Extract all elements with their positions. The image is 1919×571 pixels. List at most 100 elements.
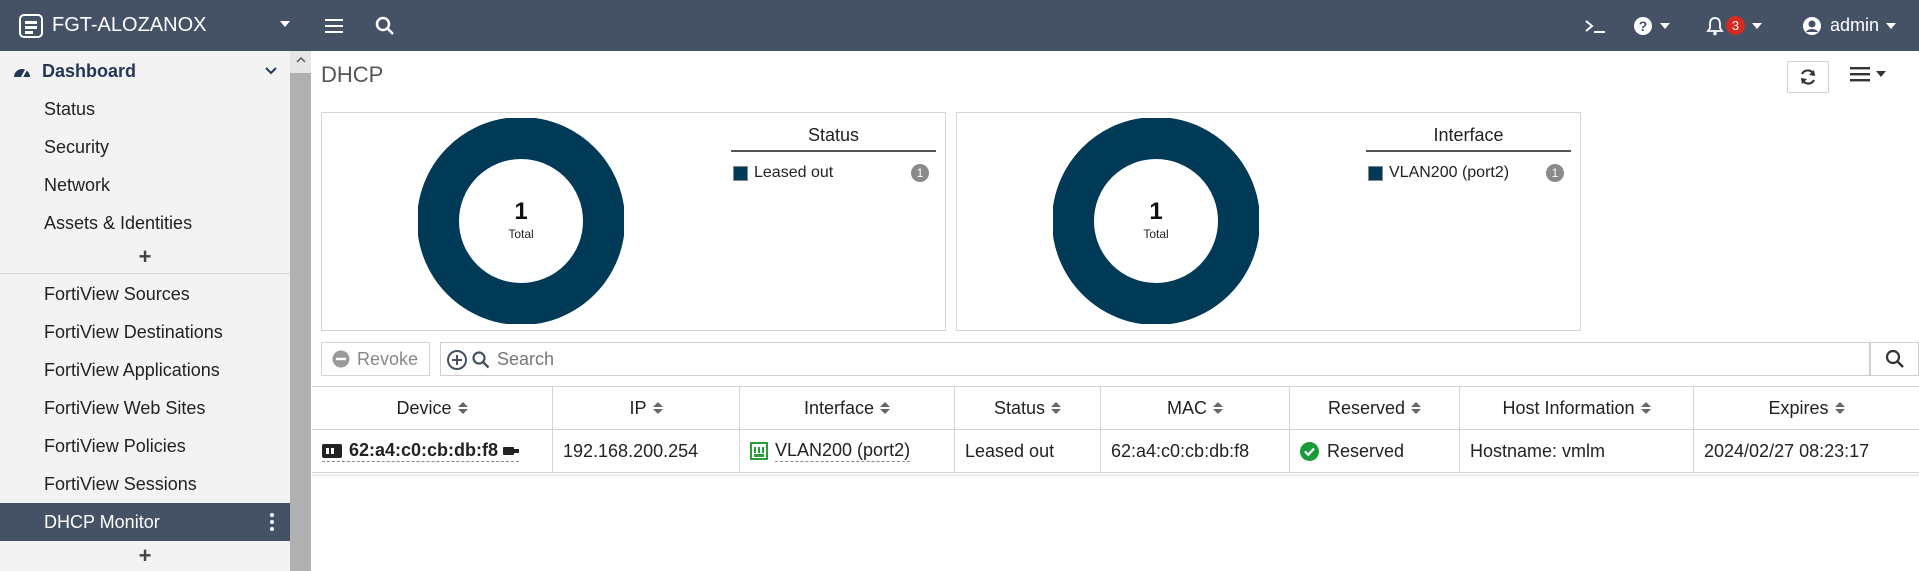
dashboard-icon <box>14 69 30 78</box>
legend-count: 1 <box>1546 164 1564 182</box>
column-label: Reserved <box>1327 397 1406 418</box>
sidebar-item-label: Network <box>44 174 111 195</box>
sidebar-item-label: Dashboard <box>42 60 137 81</box>
column-label: Interface <box>803 397 875 418</box>
search-icon <box>472 351 490 369</box>
device-card-icon <box>322 443 342 458</box>
device-name: FGT-ALOZANOX <box>52 14 207 36</box>
sidebar-item-label: Security <box>44 136 110 157</box>
sidebar-item-dashboard[interactable]: Dashboard <box>0 52 290 90</box>
donut-total-value: 1 <box>514 198 528 225</box>
search-input[interactable] <box>497 343 1857 375</box>
sidebar-item-fortiview-applications[interactable]: FortiView Applications <box>0 351 290 389</box>
legend-title: Status <box>731 125 936 152</box>
network-port-icon <box>750 442 768 460</box>
add-filter-icon[interactable] <box>447 350 467 370</box>
sidebar-item-label: FortiView Web Sites <box>44 397 206 418</box>
column-header-status[interactable]: Status <box>955 387 1101 429</box>
sort-icon <box>1834 402 1845 414</box>
search-button[interactable] <box>1870 342 1919 376</box>
legend-item[interactable]: Leased out <box>733 164 833 182</box>
column-header-mac[interactable]: MAC <box>1101 387 1290 429</box>
revoke-button[interactable]: Revoke <box>321 342 430 376</box>
column-header-device[interactable]: Device <box>312 387 553 429</box>
table-header: Device IP Interface Status MAC Reserved … <box>312 386 1919 430</box>
sidebar-item-network[interactable]: Network <box>0 166 290 204</box>
sort-icon <box>1213 402 1223 414</box>
divider <box>0 273 290 274</box>
sort-icon <box>1411 402 1422 414</box>
sidebar-item-fortiview-web-sites[interactable]: FortiView Web Sites <box>0 389 290 427</box>
sidebar-item-security[interactable]: Security <box>0 128 290 166</box>
username: admin <box>1830 15 1880 35</box>
ethernet-plug-icon <box>503 446 520 455</box>
legend-item[interactable]: VLAN200 (port2) <box>1368 164 1509 182</box>
search-bar <box>440 342 1870 376</box>
status-widget: 1 Total Status Leased out 1 <box>321 112 946 331</box>
column-header-interface[interactable]: Interface <box>740 387 955 429</box>
user-menu[interactable]: admin <box>1802 0 1897 51</box>
refresh-button[interactable] <box>1787 61 1829 93</box>
chevron-down-icon[interactable] <box>265 67 277 75</box>
add-monitor-button[interactable]: + <box>0 543 290 569</box>
search-icon[interactable] <box>375 0 395 51</box>
sidebar-item-fortiview-policies[interactable]: FortiView Policies <box>0 427 290 465</box>
column-label: MAC <box>1167 397 1207 418</box>
scroll-up-icon[interactable] <box>296 56 306 63</box>
notifications-menu[interactable]: 3 <box>1706 0 1762 51</box>
help-menu[interactable]: ? <box>1633 0 1670 51</box>
sidebar-item-fortiview-destinations[interactable]: FortiView Destinations <box>0 313 290 351</box>
search-icon <box>1885 349 1904 368</box>
sidebar-item-label: DHCP Monitor <box>44 511 160 532</box>
cli-console-icon[interactable] <box>1584 0 1606 51</box>
sort-icon <box>1640 402 1651 414</box>
bell-icon <box>1706 16 1724 35</box>
scrollbar-thumb[interactable] <box>290 73 311 571</box>
column-header-host-information[interactable]: Host Information <box>1460 387 1694 429</box>
sidebar-item-fortiview-sessions[interactable]: FortiView Sessions <box>0 465 290 503</box>
chevron-down-icon <box>1886 22 1897 29</box>
menu-icon[interactable] <box>325 0 343 51</box>
sidebar-item-fortiview-sources[interactable]: FortiView Sources <box>0 275 290 313</box>
interface-link[interactable]: VLAN200 (port2) <box>775 440 911 462</box>
device-link[interactable]: 62:a4:c0:cb:db:f8 <box>322 440 520 462</box>
sort-icon <box>652 402 663 414</box>
sidebar-item-label: FortiView Sessions <box>44 473 197 494</box>
cell-status: Leased out <box>955 430 1101 472</box>
device-selector[interactable]: FGT-ALOZANOX <box>18 0 206 51</box>
refresh-icon <box>1800 69 1816 85</box>
chevron-down-icon[interactable] <box>280 21 290 27</box>
cell-host-information: Hostname: vmlm <box>1460 430 1694 472</box>
page-title: DHCP <box>321 62 384 87</box>
sidebar-item-label: Assets & Identities <box>44 212 193 233</box>
reserved-label: Reserved <box>1327 440 1405 461</box>
more-options-icon[interactable] <box>270 513 274 531</box>
interface-widget: 1 Total Interface VLAN200 (port2) 1 <box>956 112 1581 331</box>
column-label: IP <box>629 397 647 418</box>
column-header-reserved[interactable]: Reserved <box>1290 387 1460 429</box>
sidebar-item-dhcp-monitor[interactable]: DHCP Monitor <box>0 503 290 541</box>
donut-total-value: 1 <box>1149 198 1163 225</box>
chevron-down-icon <box>1876 71 1886 77</box>
sort-icon <box>1051 402 1062 414</box>
add-dashboard-button[interactable]: + <box>0 244 290 270</box>
legend-swatch <box>733 165 748 181</box>
fortigate-logo-icon <box>19 13 43 38</box>
legend-label: Leased out <box>754 164 834 181</box>
column-header-ip[interactable]: IP <box>553 387 740 429</box>
column-header-expires[interactable]: Expires <box>1694 387 1919 429</box>
column-label: Device <box>396 397 452 418</box>
column-label: Status <box>993 397 1046 418</box>
sidebar-item-status[interactable]: Status <box>0 90 290 128</box>
notification-badge: 3 <box>1726 16 1745 35</box>
cell-mac: 62:a4:c0:cb:db:f8 <box>1101 430 1290 472</box>
chevron-down-icon <box>1660 22 1670 29</box>
cell-device[interactable]: 62:a4:c0:cb:db:f8 <box>312 430 553 472</box>
page-menu-button[interactable] <box>1850 66 1886 82</box>
sidebar-scrollbar[interactable] <box>290 51 311 571</box>
table-row[interactable]: 62:a4:c0:cb:db:f8 192.168.200.254 VLAN20… <box>312 430 1919 473</box>
cell-interface[interactable]: VLAN200 (port2) <box>740 430 955 472</box>
legend-title: Interface <box>1366 125 1571 152</box>
sidebar-item-assets-identities[interactable]: Assets & Identities <box>0 204 290 242</box>
revoke-label: Revoke <box>357 348 419 369</box>
